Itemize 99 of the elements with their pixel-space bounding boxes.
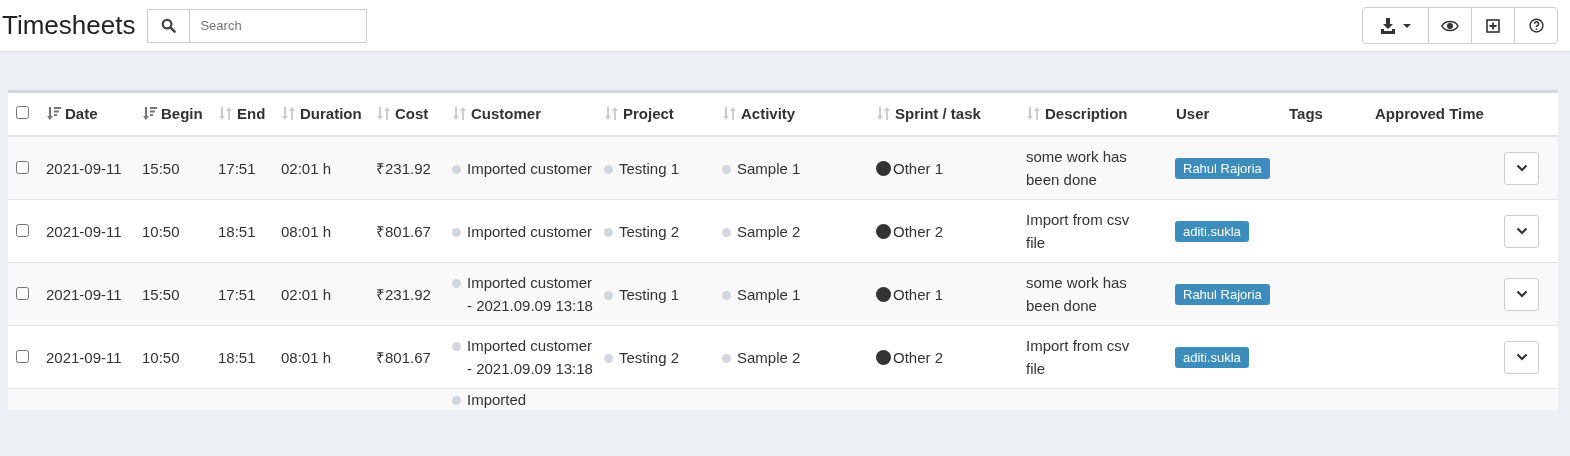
dot-icon: [722, 227, 731, 237]
cost-cell: ₹801.67: [376, 222, 431, 240]
dot-icon: [452, 396, 461, 405]
cost-cell: ₹801.67: [376, 348, 431, 366]
duration-cell: 02:01 h: [281, 159, 332, 177]
time-cell: 10:50: [142, 222, 180, 240]
sort-desc-icon[interactable]: [143, 106, 157, 120]
search-field[interactable]: Search: [190, 8, 368, 43]
description-text: Import from csv file: [1026, 336, 1131, 379]
description-text: some work has been done: [1026, 147, 1128, 190]
duration-cell: 08:01 h: [281, 222, 332, 240]
time-cell: 15:50: [142, 159, 180, 177]
project-name: Testing 2: [619, 221, 680, 242]
task-name: Other 1: [893, 158, 944, 179]
checkbox[interactable]: [16, 105, 29, 119]
customer-name: Imported: [467, 390, 527, 410]
time-cell: 15:50: [142, 285, 180, 303]
date-cell: 2021-09-11: [46, 159, 122, 177]
chevron-down-icon: [1515, 353, 1528, 361]
actions-button[interactable]: [1504, 277, 1539, 311]
user-tag: Rahul Rajoria: [1175, 284, 1270, 305]
dot-icon: [722, 353, 731, 363]
customer-name: Imported customer: [467, 158, 593, 179]
task-dot-icon: [876, 223, 891, 239]
dot-icon: [452, 227, 461, 237]
user-tag: aditi.sukla: [1175, 347, 1249, 368]
date-cell: 2021-09-11: [46, 348, 122, 366]
duration-cell: 08:01 h: [281, 348, 332, 366]
activity-name: Sample 2: [737, 347, 801, 368]
column-sort-header[interactable]: Duration: [300, 104, 362, 122]
dot-icon: [604, 164, 613, 174]
checkbox[interactable]: [16, 160, 29, 174]
chevron-down-icon: [1515, 164, 1528, 172]
actions-button[interactable]: [1504, 151, 1539, 185]
user-tag: Rahul Rajoria: [1175, 158, 1270, 179]
sort-desc-icon[interactable]: [47, 106, 61, 120]
dot-icon: [722, 290, 731, 300]
page-title: Timesheets: [2, 9, 136, 42]
customer-name: Imported customer - 2021.09.09 13:18: [467, 273, 594, 316]
customer-name: Imported customer: [467, 221, 593, 242]
time-cell: 17:51: [218, 285, 256, 303]
chevron-down-icon: [1515, 227, 1528, 235]
chevron-down-icon: [1515, 290, 1528, 298]
description-text: some work has been done: [1026, 273, 1128, 316]
checkbox[interactable]: [16, 349, 29, 363]
project-name: Testing 1: [619, 158, 680, 179]
eye-icon: [1441, 19, 1459, 32]
duration-cell: 02:01 h: [281, 285, 332, 303]
time-cell: 18:51: [218, 222, 256, 240]
column-sort-header[interactable]: Cost: [395, 104, 429, 122]
task-name: Other 2: [893, 221, 944, 242]
checkbox[interactable]: [16, 286, 29, 300]
dot-icon: [452, 279, 461, 288]
checkbox[interactable]: [16, 223, 29, 237]
task-dot-icon: [876, 286, 891, 302]
column-sort-header[interactable]: Description: [1045, 104, 1128, 122]
column-sort-header[interactable]: Date: [65, 104, 98, 122]
task-dot-icon: [876, 349, 891, 365]
dot-icon: [604, 227, 613, 237]
time-cell: 10:50: [142, 348, 180, 366]
project-name: Testing 1: [619, 284, 680, 305]
column-header: Tags: [1289, 104, 1323, 122]
time-cell: 17:51: [218, 159, 256, 177]
user-tag: aditi.sukla: [1175, 221, 1249, 242]
column-sort-header[interactable]: Sprint / task: [895, 104, 981, 122]
dot-icon: [722, 164, 731, 174]
date-cell: 2021-09-11: [46, 285, 122, 303]
column-sort-header[interactable]: Customer: [471, 104, 541, 122]
dot-icon: [604, 290, 613, 300]
activity-name: Sample 1: [737, 158, 801, 179]
help-icon: [1528, 18, 1544, 33]
dot-icon: [604, 353, 613, 363]
date-cell: 2021-09-11: [46, 222, 122, 240]
column-header: User: [1176, 104, 1210, 122]
dot-icon: [452, 342, 461, 351]
project-name: Testing 2: [619, 347, 680, 368]
column-sort-header[interactable]: Activity: [741, 104, 796, 122]
search-button[interactable]: [147, 8, 191, 43]
task-name: Other 1: [893, 284, 944, 305]
task-dot-icon: [876, 160, 891, 176]
column-sort-header[interactable]: End: [237, 104, 266, 122]
activity-name: Sample 2: [737, 221, 801, 242]
column-sort-header[interactable]: Project: [623, 104, 674, 122]
cost-cell: ₹231.92: [376, 159, 431, 177]
plus-square-icon: [1486, 18, 1500, 33]
search-icon: [161, 18, 177, 33]
column-header: Approved Time: [1375, 104, 1484, 122]
help-button[interactable]: [1514, 8, 1557, 43]
task-name: Other 2: [893, 347, 944, 368]
download-icon: [1380, 17, 1411, 34]
activity-name: Sample 1: [737, 284, 801, 305]
cost-cell: ₹231.92: [376, 285, 431, 303]
description-text: Import from csv file: [1026, 210, 1131, 253]
column-sort-header[interactable]: Begin: [161, 104, 203, 122]
dot-icon: [452, 164, 461, 174]
time-cell: 18:51: [218, 348, 256, 366]
actions-button[interactable]: [1504, 214, 1539, 248]
customer-name: Imported customer - 2021.09.09 13:18: [467, 336, 594, 379]
actions-button[interactable]: [1504, 340, 1539, 374]
